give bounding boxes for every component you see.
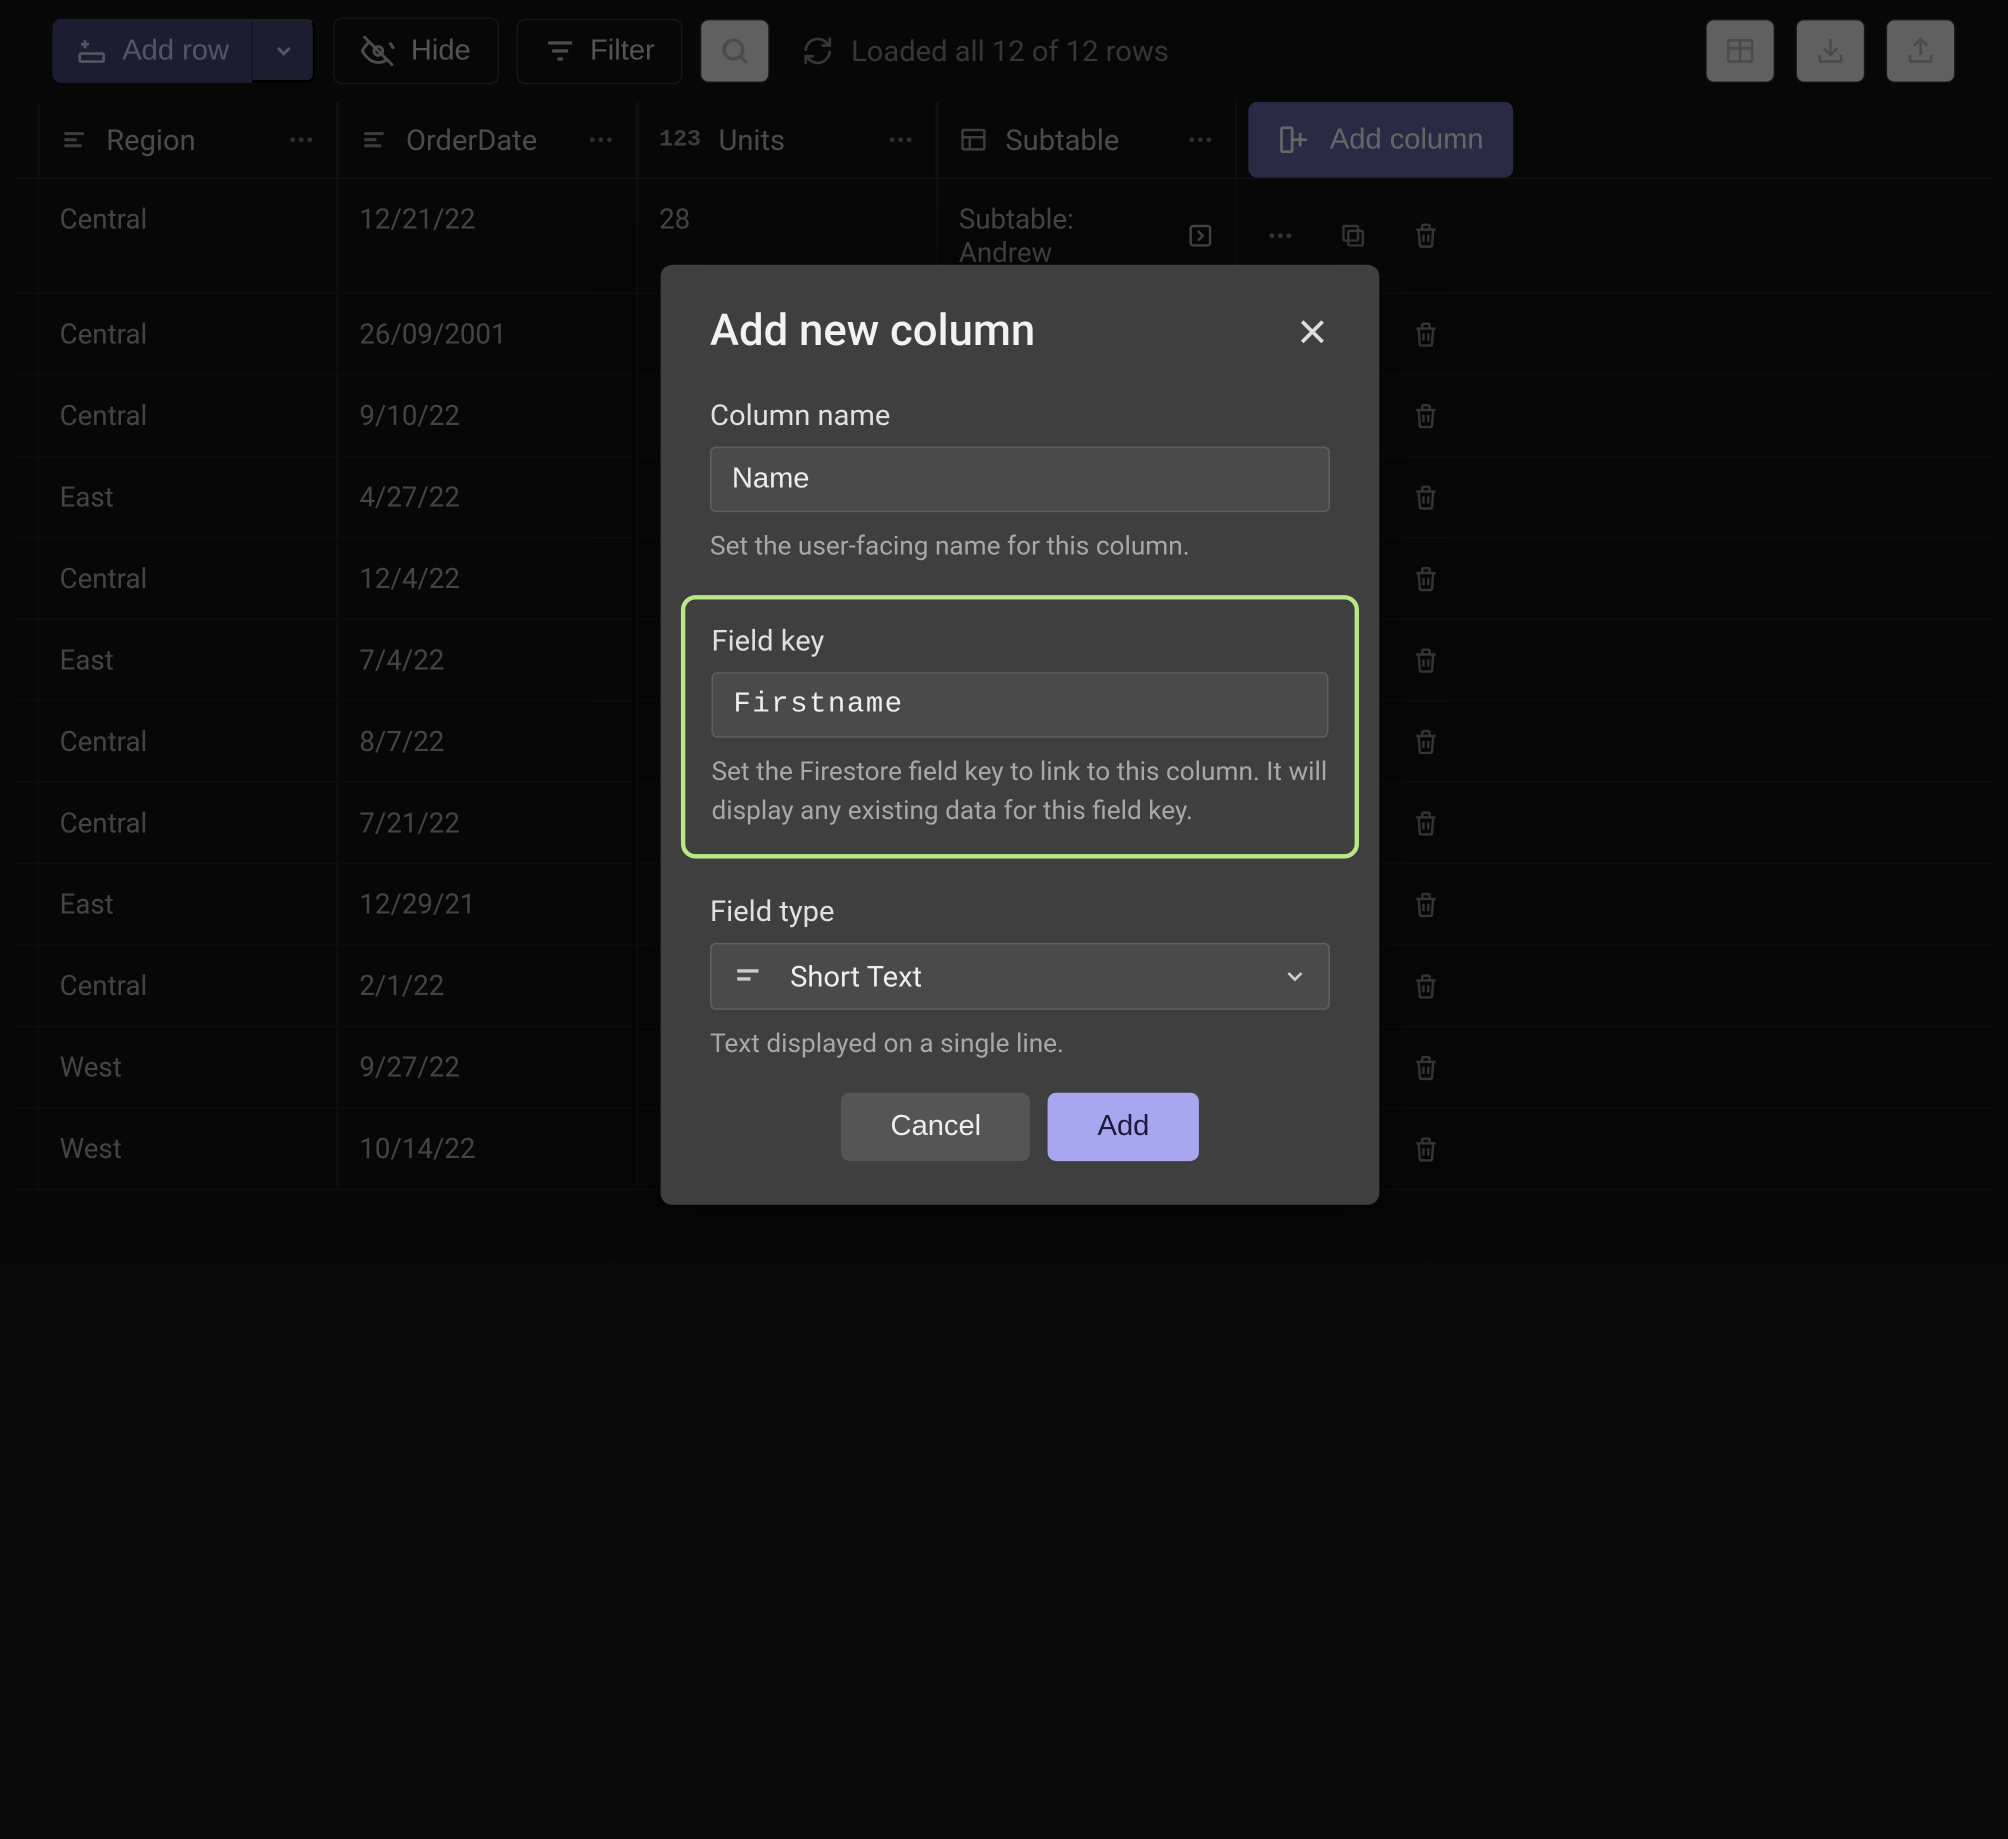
field-type-select[interactable]: Short Text xyxy=(710,943,1330,1010)
field-key-highlight: Field key Set the Firestore field key to… xyxy=(681,595,1359,858)
cancel-button[interactable]: Cancel xyxy=(841,1093,1031,1161)
field-key-hint: Set the Firestore field key to link to t… xyxy=(711,752,1328,831)
field-type-group: Field type Short Text Text displayed on … xyxy=(710,893,1330,1063)
field-key-group: Field key Set the Firestore field key to… xyxy=(711,623,1328,831)
modal-title: Add new column xyxy=(710,306,1035,357)
add-column-modal: Add new column Column name Set the user-… xyxy=(661,265,1380,1205)
close-icon xyxy=(1295,314,1330,349)
add-button[interactable]: Add xyxy=(1048,1093,1199,1161)
close-button[interactable] xyxy=(1295,314,1330,349)
modal-header: Add new column xyxy=(710,306,1330,357)
column-name-hint: Set the user-facing name for this column… xyxy=(710,527,1330,566)
field-key-label: Field key xyxy=(711,623,1328,658)
column-name-label: Column name xyxy=(710,397,1330,432)
column-name-group: Column name Set the user-facing name for… xyxy=(710,397,1330,566)
app-root: Add row Hide Filter xyxy=(0,0,2008,1263)
field-key-input[interactable] xyxy=(711,672,1328,737)
field-type-hint: Text displayed on a single line. xyxy=(710,1024,1330,1063)
field-type-label: Field type xyxy=(710,893,1330,928)
column-name-input[interactable] xyxy=(710,447,1330,512)
field-type-value: Short Text xyxy=(790,959,922,994)
chevron-down-icon xyxy=(1282,963,1308,989)
text-icon xyxy=(732,960,764,992)
modal-actions: Cancel Add xyxy=(710,1093,1330,1161)
